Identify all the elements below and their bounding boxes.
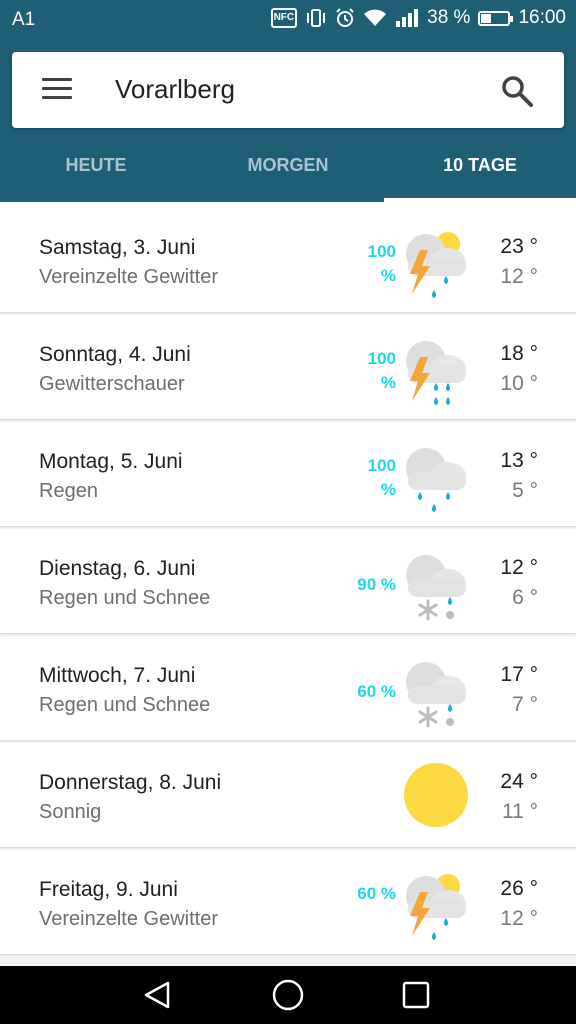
temp-high: 26 °	[500, 877, 538, 900]
day-label: Mittwoch, 7. Juni	[39, 664, 196, 687]
temp-low: 7 °	[512, 693, 538, 716]
precipitation-probability: 100%	[367, 242, 396, 285]
menu-icon[interactable]	[42, 78, 72, 102]
day-label: Sonntag, 4. Juni	[39, 343, 191, 366]
tab-heute[interactable]: HEUTE	[0, 140, 192, 202]
condition-label: Regen und Schnee	[39, 587, 211, 609]
temp-high: 24 °	[500, 770, 538, 793]
clock: 16:00	[518, 7, 566, 28]
signal-icon	[396, 9, 419, 27]
condition-label: Sonnig	[39, 801, 102, 823]
location-search-card[interactable]: Vorarlberg	[12, 52, 564, 128]
forecast-row[interactable]: Dienstag, 6. Juni Regen und Schnee 90 % …	[0, 529, 576, 633]
condition-label: Vereinzelte Gewitter	[39, 908, 218, 930]
tab-morgen[interactable]: MORGEN	[192, 140, 384, 202]
sun-icon	[404, 763, 468, 827]
vibrate-icon	[307, 9, 326, 27]
thunderstorm-rain-icon	[406, 341, 466, 405]
search-icon[interactable]	[500, 74, 534, 108]
condition-label: Gewitterschauer	[39, 373, 185, 395]
temp-high: 17 °	[500, 663, 538, 686]
app-bar: Vorarlberg HEUTE MORGEN 10 TAGE	[0, 40, 576, 202]
precipitation-probability: 90 %	[357, 575, 396, 594]
precipitation-probability: 100%	[367, 456, 396, 499]
status-bar: A1 NFC 38 % 16:00	[0, 0, 576, 40]
condition-label: Regen	[39, 480, 98, 502]
condition-label: Vereinzelte Gewitter	[39, 266, 218, 288]
temp-high: 23 °	[500, 235, 538, 258]
condition-label: Regen und Schnee	[39, 694, 211, 716]
forecast-row[interactable]: Sonntag, 4. Juni Gewitterschauer 100% 18…	[0, 315, 576, 419]
rain-snow-icon	[406, 555, 466, 621]
home-icon[interactable]	[270, 977, 306, 1013]
recents-icon[interactable]	[398, 977, 434, 1013]
temp-low: 10 °	[500, 372, 538, 395]
carrier-label: A1	[12, 9, 36, 30]
back-icon[interactable]	[140, 977, 176, 1013]
status-icons: NFC 38 % 16:00	[270, 7, 566, 28]
nfc-icon: NFC	[270, 8, 298, 28]
day-label: Samstag, 3. Juni	[39, 236, 196, 259]
rain-icon	[406, 448, 466, 512]
wifi-icon	[364, 9, 387, 26]
temp-low: 6 °	[512, 586, 538, 609]
temp-low: 12 °	[500, 907, 538, 930]
day-label: Dienstag, 6. Juni	[39, 557, 196, 580]
system-nav-bar	[0, 966, 576, 1024]
day-label: Montag, 5. Juni	[39, 450, 183, 473]
tab-bar: HEUTE MORGEN 10 TAGE	[0, 140, 576, 202]
location-title[interactable]: Vorarlberg	[115, 74, 235, 105]
temp-low: 11 °	[501, 800, 538, 823]
forecast-row[interactable]: Freitag, 9. Juni Vereinzelte Gewitter 60…	[0, 850, 576, 954]
forecast-row[interactable]: Mittwoch, 7. Juni Regen und Schnee 60 % …	[0, 636, 576, 740]
thunderstorm-sun-icon	[406, 232, 466, 298]
forecast-row[interactable]: Donnerstag, 8. Juni Sonnig 24 ° 11 °	[0, 743, 576, 847]
tab-10-tage[interactable]: 10 TAGE	[384, 140, 576, 202]
battery-percent: 38 %	[427, 7, 471, 28]
rain-snow-icon	[406, 662, 466, 728]
forecast-list[interactable]: Samstag, 3. Juni Vereinzelte Gewitter 10…	[0, 208, 576, 964]
thunderstorm-sun-icon	[406, 874, 466, 940]
day-label: Freitag, 9. Juni	[39, 878, 178, 901]
precipitation-probability: 60 %	[357, 682, 396, 701]
battery-icon	[478, 10, 514, 26]
temp-low: 5 °	[512, 479, 538, 502]
temp-high: 13 °	[500, 449, 538, 472]
forecast-row[interactable]: Samstag, 3. Juni Vereinzelte Gewitter 10…	[0, 208, 576, 312]
precipitation-probability: 100%	[367, 349, 396, 392]
precipitation-probability: 60 %	[357, 884, 396, 903]
temp-high: 12 °	[500, 556, 538, 579]
temp-low: 12 °	[500, 265, 538, 288]
forecast-row[interactable]: Montag, 5. Juni Regen 100% 13 ° 5 °	[0, 422, 576, 526]
day-label: Donnerstag, 8. Juni	[39, 771, 222, 794]
alarm-icon	[336, 8, 354, 27]
temp-high: 18 °	[500, 342, 538, 365]
